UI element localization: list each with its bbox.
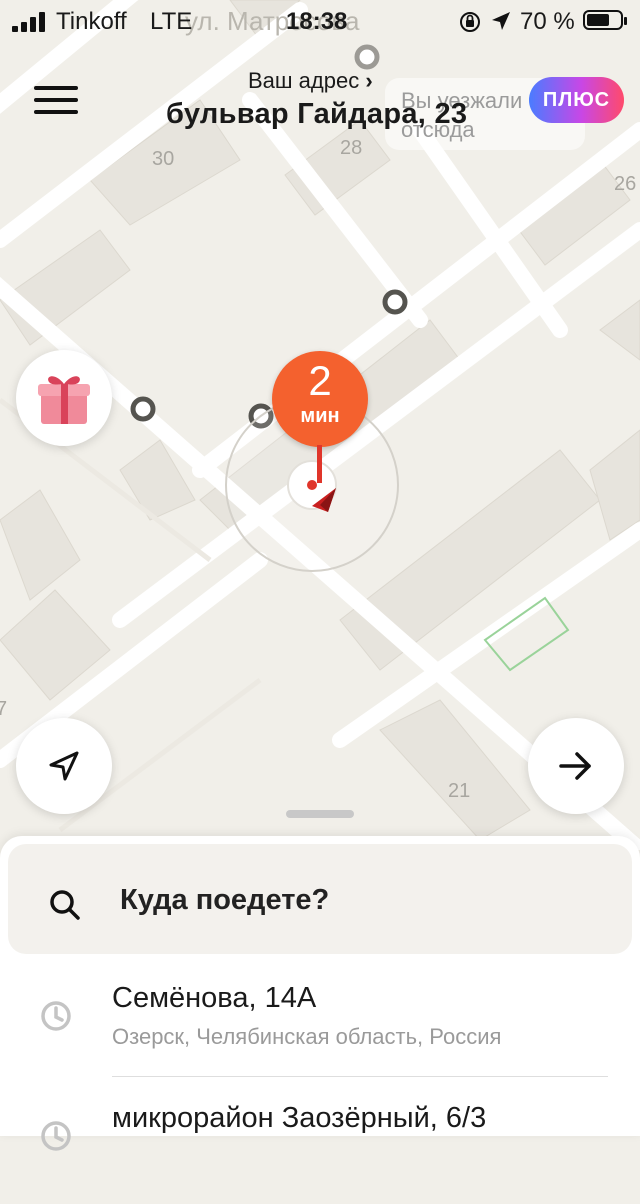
arrow-right-icon [559,752,591,780]
address-caption-label: Ваш адрес [248,68,360,93]
bottom-sheet: Куда поедете? Семёнова, 14А Озерск, Челя… [0,836,640,1151]
house-number: 30 [152,148,174,170]
search-icon [50,890,80,920]
locate-me-button[interactable] [16,718,112,814]
next-button[interactable] [528,718,624,814]
status-bar: Tinkoff LTE 18:38 70 % [0,0,640,44]
divider [112,1076,608,1077]
history-subtitle: Озерск, Челябинская область, Россия [112,1024,502,1049]
history-item[interactable]: микрорайон Заозёрный, 6/3 [0,1084,640,1204]
clock-icon [41,1121,71,1151]
destination-search[interactable]: Куда поедете? [8,844,632,954]
stop-marker [130,396,156,422]
history-title: Семёнова, 14А [112,982,317,1014]
history-item[interactable]: Семёнова, 14А Озерск, Челябинская област… [0,964,640,1084]
search-label: Куда поедете? [120,884,330,916]
gift-icon [38,376,90,424]
hamburger-icon[interactable] [34,86,78,114]
clock-icon [41,1001,71,1031]
battery-percentage: 70 % [520,8,575,35]
house-number: 7 [0,698,7,720]
rotation-lock-icon [460,12,480,32]
sheet-drag-handle[interactable] [286,810,354,818]
carrier-name: Tinkoff [56,8,127,35]
address-caption[interactable]: Ваш адрес › [248,68,373,94]
plus-button[interactable]: ПЛЮС [529,77,624,123]
eta-bubble[interactable]: 2 мин [272,351,368,447]
pickup-address[interactable]: бульвар Гайдара, 23 [166,98,467,131]
cellular-signal-icon [12,12,50,32]
history-title: микрорайон Заозёрный, 6/3 [112,1102,487,1134]
stop-marker [382,289,408,315]
navigation-arrow-icon [49,751,79,781]
network-type: LTE [150,8,193,35]
house-number: 26 [614,173,636,195]
chevron-right-icon: › [365,68,373,93]
gift-button[interactable] [16,350,112,446]
eta-unit: мин [300,405,340,427]
house-number: 28 [340,137,362,159]
battery-icon [583,10,627,30]
eta-value: 2 [308,357,332,404]
house-number: 21 [448,780,470,802]
stop-marker [354,44,380,70]
pickup-pin-stem [317,445,322,483]
clock: 18:38 [286,8,348,35]
location-services-icon [492,12,510,30]
